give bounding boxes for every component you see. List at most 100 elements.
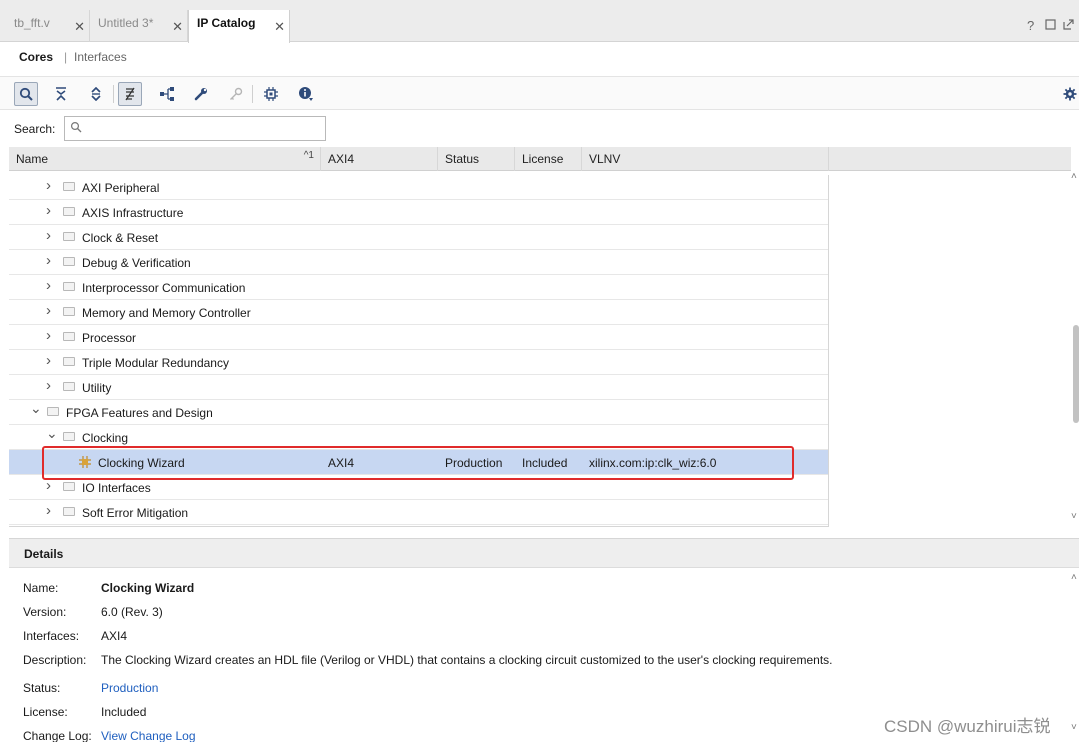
tab-cores[interactable]: Cores <box>19 50 53 64</box>
chevron-right-icon[interactable]: › <box>46 252 56 269</box>
hierarchy-button[interactable] <box>155 82 179 106</box>
chevron-right-icon[interactable]: › <box>46 202 56 219</box>
license-key-button[interactable] <box>224 82 248 106</box>
collapse-all-button[interactable] <box>49 82 73 106</box>
close-icon[interactable]: ✕ <box>274 19 285 35</box>
expand-all-button[interactable] <box>84 82 108 106</box>
detail-label: Version: <box>23 605 67 619</box>
tree-row[interactable]: Clocking Wizard AXI4 Production Included xil… <box>9 450 828 475</box>
toolbar-divider <box>252 85 253 103</box>
float-window-icon[interactable] <box>1063 18 1074 33</box>
scroll-up-icon[interactable]: ˄ <box>1071 572 1077 583</box>
row-vlnv-cell: xilinx.com:ip:clk_wiz:6.0 <box>589 456 717 470</box>
search-input[interactable] <box>85 120 321 137</box>
view-change-log-link[interactable]: View Change Log <box>101 729 196 742</box>
scrollbar-thumb[interactable] <box>1073 325 1079 423</box>
tree-row[interactable]: › Soft Error Mitigation <box>9 500 828 525</box>
chevron-right-icon[interactable]: › <box>46 277 56 294</box>
tree-row[interactable]: › Debug & Verification <box>9 250 828 275</box>
tree-row-label: Clocking Wizard <box>98 456 185 470</box>
column-header-vlnv[interactable]: VLNV <box>582 147 829 171</box>
scroll-down-icon[interactable]: ˅ <box>1071 722 1077 733</box>
search-button[interactable] <box>14 82 38 106</box>
restore-icon[interactable] <box>1045 18 1056 33</box>
tree-row[interactable]: ⌄ Clocking <box>9 425 828 450</box>
tree-row-label: AXIS Infrastructure <box>82 206 184 220</box>
key-icon <box>230 87 243 100</box>
tree-row-label: Interprocessor Communication <box>82 281 246 295</box>
folder-icon <box>63 182 75 191</box>
details-title: Details <box>24 547 64 561</box>
tab-ip-catalog[interactable]: IP Catalog ✕ <box>188 10 290 43</box>
tree-row[interactable]: › Memory and Memory Controller <box>9 300 828 325</box>
tree-row-label: Memory and Memory Controller <box>82 306 251 320</box>
detail-label: License: <box>23 705 68 719</box>
chevron-right-icon[interactable]: › <box>46 177 56 194</box>
catalog-toolbar <box>0 76 1079 110</box>
customize-ip-button[interactable] <box>189 82 213 106</box>
tab-label: tb_fft.v <box>14 16 50 30</box>
close-icon[interactable]: ✕ <box>74 19 85 35</box>
chevron-right-icon[interactable]: › <box>46 502 56 519</box>
tree-row-label: AXI Peripheral <box>82 181 160 195</box>
chevron-down-icon[interactable]: ⌄ <box>46 425 58 441</box>
detail-license-value: Included <box>101 705 147 719</box>
tree-row[interactable]: › Clock & Reset <box>9 225 828 250</box>
detail-name-value: Clocking Wizard <box>101 581 195 595</box>
column-header-axi4[interactable]: AXI4 <box>321 147 438 171</box>
tree-row[interactable]: › Processor <box>9 325 828 350</box>
chevron-right-icon[interactable]: › <box>46 377 56 394</box>
chevron-down-icon[interactable]: ⌄ <box>30 400 42 416</box>
scroll-down-icon[interactable]: ˅ <box>1071 511 1077 522</box>
chevron-right-icon[interactable]: › <box>46 352 56 369</box>
filter-icon <box>125 87 135 101</box>
tab-label: Untitled 3* <box>98 16 154 30</box>
tree-row[interactable]: › Interprocessor Communication <box>9 275 828 300</box>
scroll-up-icon[interactable]: ˄ <box>1071 171 1077 182</box>
search-field[interactable] <box>64 116 326 141</box>
chevron-right-icon[interactable]: › <box>46 227 56 244</box>
settings-button[interactable] <box>1058 82 1079 106</box>
info-button[interactable] <box>294 82 318 106</box>
tree-row[interactable]: › Triple Modular Redundancy <box>9 350 828 375</box>
column-header-license[interactable]: License <box>515 147 582 171</box>
detail-description-value: The Clocking Wizard creates an HDL file … <box>101 653 833 667</box>
filter-button[interactable] <box>118 82 142 106</box>
info-icon <box>299 87 313 101</box>
row-axi4-cell: AXI4 <box>328 456 355 470</box>
tab-untitled-3[interactable]: Untitled 3* ✕ <box>90 10 188 42</box>
hierarchy-icon <box>160 87 174 101</box>
chevron-right-icon[interactable]: › <box>46 327 56 344</box>
tab-tb-fft[interactable]: tb_fft.v ✕ <box>6 10 90 42</box>
tab-interfaces[interactable]: Interfaces <box>74 50 127 64</box>
chip-icon <box>264 87 278 101</box>
tree-row[interactable]: › IO Interfaces <box>9 475 828 500</box>
tree-row[interactable]: ⌄ FPGA Features and Design <box>9 400 828 425</box>
folder-icon <box>63 257 75 266</box>
expand-all-icon <box>91 87 101 101</box>
tree-row-label: Debug & Verification <box>82 256 191 270</box>
ip-catalog-tree: › AXI Peripheral › AXIS Infrastructure › Cloc… <box>9 175 829 527</box>
search-icon <box>19 87 33 101</box>
chevron-right-icon[interactable]: › <box>46 302 56 319</box>
tree-scrollbar[interactable]: ˄ ˅ <box>1071 147 1079 527</box>
column-header-status[interactable]: Status <box>438 147 515 171</box>
collapse-all-icon <box>56 87 66 101</box>
detail-interfaces-value: AXI4 <box>101 629 128 643</box>
ip-core-button[interactable] <box>259 82 283 106</box>
toolbar-divider <box>113 85 114 103</box>
close-icon[interactable]: ✕ <box>172 19 183 35</box>
help-icon[interactable]: ? <box>1027 18 1034 33</box>
tree-row[interactable]: › Utility <box>9 375 828 400</box>
folder-icon <box>63 332 75 341</box>
chevron-right-icon[interactable]: › <box>46 477 56 494</box>
detail-label: Status: <box>23 681 61 695</box>
details-header: Details <box>9 538 1079 568</box>
detail-version-value: 6.0 (Rev. 3) <box>101 605 163 619</box>
tree-row[interactable]: › AXI Peripheral <box>9 175 828 200</box>
search-label: Search: <box>14 122 56 136</box>
tree-row[interactable]: › AXIS Infrastructure <box>9 200 828 225</box>
tree-row-label: Clocking <box>82 431 129 445</box>
column-header-name[interactable]: Name ^1 <box>9 147 321 171</box>
detail-status-link[interactable]: Production <box>101 681 158 695</box>
